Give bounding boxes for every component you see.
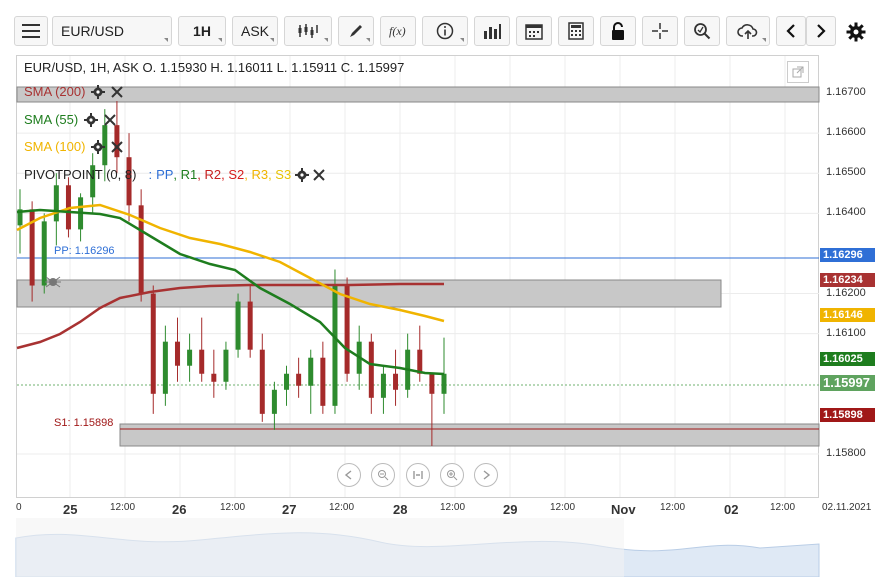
s1-level-label: S1: 1.15898	[54, 417, 114, 429]
pivot-marker-icon[interactable]	[45, 276, 61, 288]
candle-body	[308, 357, 314, 386]
time-tick-label: 12:00	[220, 502, 246, 513]
price-tick-label: 1.16100	[826, 326, 866, 339]
support-zone	[119, 423, 820, 447]
time-tick-label: 28	[393, 502, 408, 517]
arrow-right-icon	[483, 470, 491, 480]
candle-body	[211, 373, 217, 382]
gear-icon[interactable]	[295, 167, 310, 182]
candle-body	[162, 341, 168, 394]
zoom-out-button[interactable]	[371, 463, 395, 487]
pivot-part-r1: , R1	[173, 167, 198, 182]
price-tick-label: 1.16400	[826, 206, 866, 219]
price-tick-label: 1.16200	[826, 286, 866, 299]
close-icon[interactable]	[313, 168, 325, 181]
price-tag: 1.15997	[820, 374, 875, 391]
pivot-label: PIVOTPOINT (0, 8)	[24, 167, 137, 182]
time-tick-label: 12:00	[329, 502, 355, 513]
gear-icon[interactable]	[84, 112, 99, 127]
time-tick-label: 12:00	[550, 502, 576, 513]
candle-body	[344, 285, 350, 374]
candle-body	[259, 349, 265, 414]
time-tick-label: 12:00	[770, 502, 796, 513]
pp-level-label: PP: 1.16296	[54, 245, 115, 257]
sma100-label: SMA (100)	[24, 139, 86, 154]
price-tick-label: 1.15800	[826, 446, 866, 459]
close-icon[interactable]	[104, 113, 116, 126]
arrow-left-icon	[344, 470, 352, 480]
time-tick-label: 12:00	[660, 502, 686, 513]
time-tick-label: 27	[282, 502, 297, 517]
ohlc-header: EUR/USD, 1H, ASK O. 1.15930 H. 1.16011 L…	[24, 60, 405, 75]
time-tick-label: 26	[172, 502, 187, 517]
candle-body	[247, 301, 253, 350]
expand-button[interactable]	[787, 61, 809, 83]
candle-body	[150, 293, 156, 394]
price-tick-label: 1.16700	[826, 86, 866, 99]
legend-sma55[interactable]: SMA (55)	[24, 112, 116, 127]
sma55-label: SMA (55)	[24, 112, 79, 127]
candle-body	[199, 349, 205, 374]
price-tag: 1.16146	[820, 308, 875, 323]
candle-body	[429, 373, 435, 394]
resistance-zone	[16, 86, 820, 103]
pivot-parts: PP, R1, R2, S2, R3, S3	[156, 167, 291, 182]
gear-icon[interactable]	[91, 139, 106, 154]
pivot-part-pp: PP	[156, 167, 174, 182]
pivot-part-s3: , S3	[268, 167, 292, 182]
price-tick-label: 1.16600	[826, 126, 866, 139]
candle-body	[41, 221, 47, 286]
reset-zoom-button[interactable]	[406, 463, 430, 487]
candle-body	[223, 349, 229, 382]
close-icon[interactable]	[111, 140, 124, 153]
zoom-in-button[interactable]	[440, 463, 464, 487]
gear-icon[interactable]	[91, 84, 106, 99]
candle-body	[441, 373, 447, 394]
legend-pivotpoint[interactable]: PIVOTPOINT (0, 8) : PP, R1, R2, S2, R3, …	[24, 167, 325, 182]
candle-body	[271, 389, 277, 414]
close-icon[interactable]	[111, 85, 124, 98]
pivot-part-r3: , R3	[244, 167, 269, 182]
price-tag: 1.16025	[820, 351, 875, 366]
candle-body	[284, 373, 290, 390]
candle-body	[187, 349, 193, 366]
price-tag: 1.16296	[820, 248, 875, 263]
pivot-sep: :	[148, 167, 153, 182]
legend-sma100[interactable]: SMA (100)	[24, 139, 124, 154]
time-tick-label: 02.11.2021	[822, 502, 872, 513]
reset-icon	[413, 471, 423, 479]
price-tag: 1.15898	[820, 407, 875, 422]
price-tag: 1.16234	[820, 272, 875, 287]
time-tick-label: 0	[16, 502, 22, 513]
legend-sma200[interactable]: SMA (200)	[24, 84, 124, 99]
zoom-out-icon	[378, 470, 389, 481]
time-tick-label: 02	[724, 502, 739, 517]
zoom-in-icon	[447, 470, 458, 481]
price-chart[interactable]	[0, 0, 881, 577]
time-tick-label: 25	[63, 502, 78, 517]
pan-right-button[interactable]	[474, 463, 498, 487]
navigator[interactable]	[0, 518, 881, 577]
time-tick-label: Nov	[611, 502, 636, 517]
price-tick-label: 1.16500	[826, 166, 866, 179]
candle-body	[235, 301, 241, 350]
pan-left-button[interactable]	[337, 463, 361, 487]
time-tick-label: 29	[503, 502, 518, 517]
candle-body	[332, 285, 338, 406]
expand-icon	[792, 66, 804, 78]
pivot-part-r2: , R2	[197, 167, 222, 182]
candle-body	[174, 341, 180, 366]
sma200-label: SMA (200)	[24, 84, 86, 99]
time-tick-label: 12:00	[110, 502, 136, 513]
candle-body	[368, 341, 374, 398]
candle-body	[296, 373, 302, 386]
time-tick-label: 12:00	[440, 502, 466, 513]
candle-body	[380, 373, 386, 398]
pivot-part-s2: , S2	[221, 167, 245, 182]
candle-body	[320, 357, 326, 406]
candle-body	[393, 373, 399, 390]
candle-body	[417, 349, 423, 374]
candle-body	[53, 185, 59, 222]
